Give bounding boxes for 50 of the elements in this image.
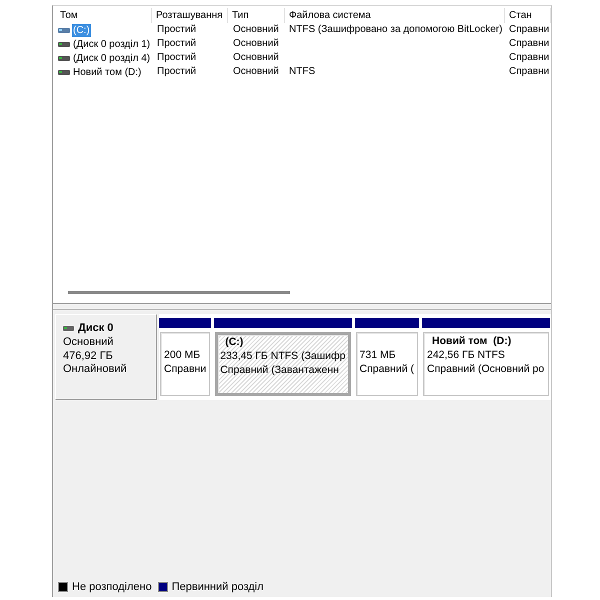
partition-title: (C:) <box>224 335 244 349</box>
partition-block[interactable]: 200 МБ Справни <box>159 318 212 396</box>
table-cell-text: Основний <box>232 23 280 37</box>
legend-label: Первинний розділ <box>172 580 264 592</box>
partition-info: Справний (Основний ро <box>427 362 545 376</box>
partition-header-bar <box>354 318 419 328</box>
volume-name[interactable]: Новий том (D:) <box>72 66 142 78</box>
disk-status: Онлайновий <box>63 363 128 376</box>
table-cell-text: NTFS <box>288 65 316 79</box>
legend-label: Не розподілено <box>72 580 152 592</box>
partition-info: Справний (Завантаженн <box>220 363 340 377</box>
partition-info: 233,45 ГБ NTFS (Зашифр <box>220 349 346 363</box>
drive-icon <box>58 42 70 46</box>
table-cell-text: Простий <box>156 51 198 65</box>
table-cell-text: Простий <box>156 37 198 51</box>
partition-info: 731 МБ <box>360 348 397 362</box>
disk-name: Диск 0 <box>78 321 114 335</box>
table-cell-text: Основний <box>232 37 280 51</box>
drive-icon <box>58 70 70 74</box>
partition-info: 200 МБ <box>164 348 202 362</box>
table-cell-text: Справни <box>508 51 550 65</box>
partition-title: Новий том (D:) <box>431 334 512 348</box>
column-header[interactable]: Файлова система <box>285 8 505 23</box>
partition-info: Справний ( <box>360 362 414 376</box>
partition-block[interactable]: (C:) 233,45 ГБ NTFS (Зашифр Справний (Завантаженн <box>214 318 352 396</box>
disk-info-panel[interactable]: Диск 0 Основний 476,92 ГБ Онлайновий <box>55 314 158 400</box>
volume-name[interactable]: (Диск 0 розділ 1) <box>72 38 152 50</box>
column-header[interactable]: Тип <box>228 8 285 23</box>
column-header[interactable]: Стан <box>505 8 551 23</box>
table-cell-text: Справни <box>508 65 550 79</box>
partition-block[interactable]: 731 МБ Справний ( <box>354 318 419 396</box>
column-header[interactable]: Том <box>53 8 152 23</box>
table-cell-text: Справни <box>508 23 550 37</box>
partition-info: Справни <box>164 362 206 376</box>
table-cell-text: Основний <box>232 51 280 65</box>
volume-name[interactable]: (Диск 0 розділ 4) <box>72 52 152 64</box>
table-cell-text: NTFS (Зашифровано за допомогою BitLocker) <box>288 23 504 37</box>
drive-icon <box>58 28 70 32</box>
scrollbar-thumb[interactable] <box>68 291 290 294</box>
table-cell-text: Простий <box>156 65 198 79</box>
partition-info: 242,56 ГБ NTFS <box>427 348 506 362</box>
table-cell-text: Основний <box>232 65 280 79</box>
partition-block[interactable]: Новий том (D:) 242,56 ГБ NTFS Справний (Основний ро <box>422 318 550 396</box>
disk-type: Основний <box>63 336 114 350</box>
partition-header-bar <box>159 318 212 328</box>
column-header[interactable]: Розташування <box>152 8 228 23</box>
table-cell-text: Простий <box>156 23 198 37</box>
drive-icon <box>58 56 70 60</box>
table-cell-text: Справни <box>508 37 550 51</box>
disk-size: 476,92 ГБ <box>63 350 114 363</box>
